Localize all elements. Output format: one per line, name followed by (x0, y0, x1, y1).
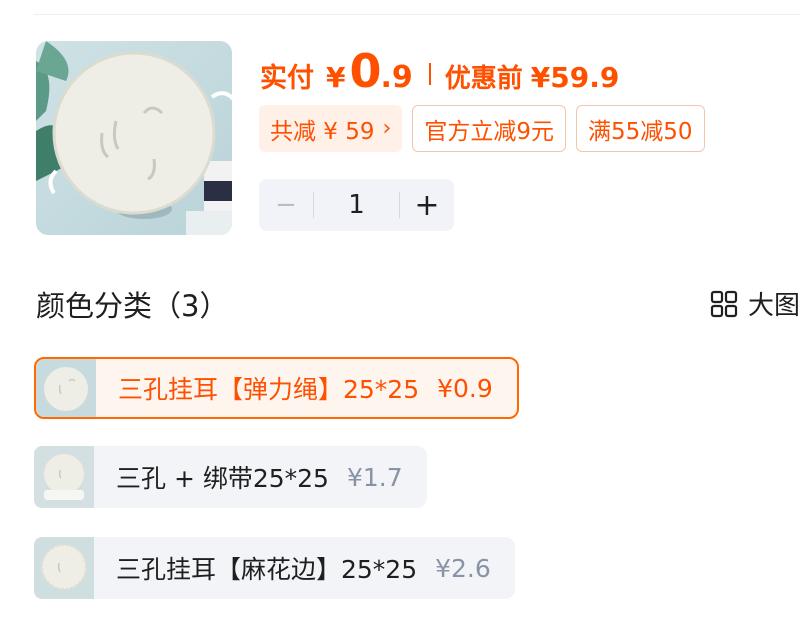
sku-thumbnail (34, 537, 94, 599)
original-price: ¥59.9 (530, 61, 620, 94)
sku-name: 三孔 + 绑带25*25 (116, 464, 329, 493)
official-discount-tag[interactable]: 官方立减9元 (412, 105, 566, 152)
top-divider (34, 14, 800, 15)
sku-name: 三孔挂耳【弹力绳】25*25 (118, 375, 420, 404)
original-price-label: 优惠前 (444, 64, 523, 94)
section-title: 颜色分类（3） (36, 289, 229, 323)
sku-price: ¥2.6 (435, 553, 491, 583)
promo-tags: 共减 ¥ 59 › 官方立减9元 满55减50 (259, 105, 705, 152)
price-row: 实付 ¥ 0 .9 优惠前 ¥59.9 (260, 44, 620, 98)
paid-price-decimal: .9 (380, 60, 413, 95)
total-discount-text: 共减 ¥ 59 (270, 118, 375, 145)
increase-button[interactable]: + (400, 188, 454, 223)
sku-option-selected[interactable]: 三孔挂耳【弹力绳】25*25 ¥0.9 (34, 357, 519, 419)
big-view-label: 大图 (747, 291, 800, 321)
product-image-graphic (36, 41, 232, 235)
sku-price: ¥1.7 (346, 462, 403, 492)
grid-icon (710, 290, 738, 317)
sku-thumbnail (36, 359, 96, 417)
big-view-button[interactable]: 大图 (710, 285, 800, 322)
product-image[interactable] (36, 41, 232, 235)
paid-currency: ¥ (326, 61, 346, 94)
paid-label: 实付 (260, 63, 314, 94)
sku-price: ¥0.9 (437, 373, 493, 403)
chevron-right-icon: › (382, 116, 392, 141)
quantity-stepper: − 1 + (259, 179, 454, 231)
sku-option[interactable]: 三孔挂耳【麻花边】25*25 ¥2.6 (34, 537, 515, 599)
paid-price-integer: 0 (349, 44, 381, 98)
threshold-discount-tag[interactable]: 满55减50 (575, 105, 705, 152)
sku-name: 三孔挂耳【麻花边】25*25 (116, 555, 418, 584)
decrease-button[interactable]: − (259, 190, 313, 220)
quantity-input[interactable]: 1 (314, 190, 399, 220)
official-discount-text: 官方立减9元 (424, 118, 554, 145)
sku-thumbnail (34, 446, 94, 508)
sku-option[interactable]: 三孔 + 绑带25*25 ¥1.7 (34, 446, 427, 508)
price-separator (428, 63, 431, 85)
total-discount-tag[interactable]: 共减 ¥ 59 › (259, 105, 403, 152)
threshold-discount-text: 满55减50 (587, 118, 693, 145)
